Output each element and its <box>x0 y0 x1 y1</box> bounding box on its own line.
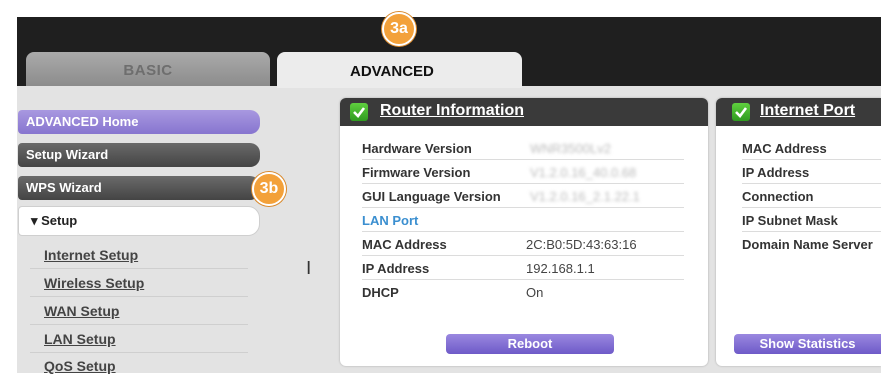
callout-3a-badge: 3a <box>382 12 416 46</box>
table-row: IP Subnet Mask <box>742 208 881 232</box>
divider <box>30 352 248 353</box>
table-row: MAC Address <box>742 136 881 160</box>
sidebar-wps-wizard[interactable]: WPS Wizard <box>18 176 260 200</box>
show-statistics-button[interactable]: Show Statistics <box>734 334 881 354</box>
row-label: IP Subnet Mask <box>742 213 838 228</box>
panel-header: Router Information <box>340 98 708 126</box>
link-wan-setup[interactable]: WAN Setup <box>44 303 119 319</box>
table-row: Firmware Version V1.2.0.16_40.0.68 <box>362 160 684 184</box>
callout-3b-badge: 3b <box>252 172 286 206</box>
table-row: IP Address <box>742 160 881 184</box>
checkmark-icon <box>732 103 750 121</box>
row-label: GUI Language Version <box>362 189 501 204</box>
text-cursor-icon: I <box>306 258 312 279</box>
table-row: GUI Language Version V1.2.0.16_2.1.22.1 <box>362 184 684 208</box>
link-lan-setup[interactable]: LAN Setup <box>44 331 116 347</box>
row-label: Connection <box>742 189 814 204</box>
tab-advanced-label: ADVANCED <box>350 63 434 80</box>
sidebar-advanced-home[interactable]: ADVANCED Home <box>18 110 260 134</box>
link-wireless-setup[interactable]: Wireless Setup <box>44 275 144 291</box>
sidebar-setup-wizard[interactable]: Setup Wizard <box>18 143 260 167</box>
reboot-button[interactable]: Reboot <box>446 334 614 354</box>
row-value: V1.2.0.16_40.0.68 <box>530 165 637 180</box>
row-value: 192.168.1.1 <box>526 261 595 276</box>
table-row: DHCP On <box>362 280 684 304</box>
table-row: Hardware Version WNR3500Lv2 <box>362 136 684 160</box>
router-information-title[interactable]: Router Information <box>380 102 524 120</box>
row-label: MAC Address <box>742 141 827 156</box>
table-row: Domain Name Server <box>742 232 881 256</box>
divider <box>30 268 248 269</box>
row-value: 2C:B0:5D:43:63:16 <box>526 237 637 252</box>
table-row: LAN Port <box>362 208 684 232</box>
link-internet-setup[interactable]: Internet Setup <box>44 247 138 263</box>
table-row: IP Address 192.168.1.1 <box>362 256 684 280</box>
row-value: V1.2.0.16_2.1.22.1 <box>530 189 640 204</box>
table-row: MAC Address 2C:B0:5D:43:63:16 <box>362 232 684 256</box>
row-value: On <box>526 285 544 300</box>
row-label: MAC Address <box>362 237 447 252</box>
panel-header: Internet Port <box>716 98 881 126</box>
tab-basic[interactable]: BASIC <box>26 52 270 86</box>
link-qos-setup[interactable]: QoS Setup <box>44 358 116 374</box>
table-row: Connection <box>742 184 881 208</box>
tab-advanced[interactable]: ADVANCED <box>277 52 522 88</box>
row-value: WNR3500Lv2 <box>530 141 611 156</box>
row-label: IP Address <box>362 261 430 276</box>
lan-port-heading: LAN Port <box>362 213 419 228</box>
row-label: Hardware Version <box>362 141 472 156</box>
sidebar-setup-section[interactable]: ▾ Setup <box>18 206 260 236</box>
row-label: Domain Name Server <box>742 237 873 252</box>
checkmark-icon <box>350 103 368 121</box>
divider <box>30 296 248 297</box>
row-label: DHCP <box>362 285 399 300</box>
divider <box>30 324 248 325</box>
internet-port-panel: Internet Port MAC Address IP Address Con… <box>716 98 881 366</box>
row-label: IP Address <box>742 165 810 180</box>
router-information-panel: Router Information Hardware Version WNR3… <box>340 98 708 366</box>
row-label: Firmware Version <box>362 165 471 180</box>
internet-port-title[interactable]: Internet Port <box>760 102 855 120</box>
